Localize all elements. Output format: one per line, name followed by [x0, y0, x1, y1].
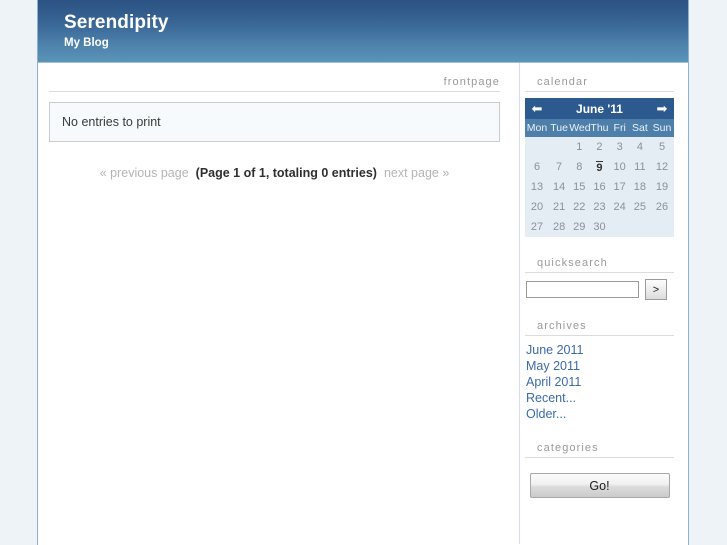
no-entries-message: No entries to print: [62, 115, 161, 129]
arrow-right-icon: ➡: [656, 101, 668, 116]
calendar-day-cell[interactable]: 5: [650, 137, 674, 157]
calendar-day-cell[interactable]: 15: [569, 177, 590, 197]
calendar-week-row: 13 14 15 16 17 18 19: [525, 177, 674, 197]
calendar-empty-cell: [650, 217, 674, 237]
calendar-dayheader: Tue: [549, 119, 570, 137]
calendar-dayheader: Thu: [589, 119, 610, 137]
calendar-week-row: 20 21 22 23 24 25 26: [525, 197, 674, 217]
calendar-label: calendar: [525, 76, 674, 92]
categories-plugin: categories Go!: [520, 442, 688, 498]
archives-list: June 2011 May 2011 April 2011 Recent... …: [525, 342, 674, 422]
content-section-label: frontpage: [49, 76, 500, 92]
calendar-day-cell[interactable]: 11: [629, 157, 650, 177]
calendar-day-cell[interactable]: 8: [569, 157, 590, 177]
calendar-dayheader: Mon: [525, 119, 549, 137]
calendar-day-cell[interactable]: 10: [609, 157, 630, 177]
calendar-day-cell[interactable]: 6: [525, 157, 549, 177]
calendar-dayheader: Sat: [629, 119, 650, 137]
calendar-plugin: calendar ⬅ June '11 ➡ Mon Tue Wed Thu Fr…: [520, 76, 688, 237]
calendar-day-cell[interactable]: 27: [525, 217, 549, 237]
calendar-title: June '11: [549, 98, 650, 119]
calendar-day-cell[interactable]: 25: [629, 197, 650, 217]
categories-label: categories: [525, 442, 674, 458]
page-counter: (Page 1 of 1, totaling 0 entries): [195, 166, 377, 180]
site-banner: Serendipity My Blog: [38, 0, 688, 63]
calendar-empty-cell: [549, 137, 570, 157]
layout-columns: frontpage No entries to print « previous…: [38, 63, 688, 544]
entry-placeholder-box: No entries to print: [49, 102, 500, 142]
main-content: frontpage No entries to print « previous…: [38, 63, 519, 544]
calendar-day-cell[interactable]: 16: [589, 177, 610, 197]
calendar-day-cell[interactable]: 22: [569, 197, 590, 217]
archive-link[interactable]: Recent...: [526, 390, 674, 406]
calendar-day-cell[interactable]: 13: [525, 177, 549, 197]
calendar-empty-cell: [609, 217, 630, 237]
calendar-week-row: 27 28 29 30: [525, 217, 674, 237]
calendar-day-cell[interactable]: 12: [650, 157, 674, 177]
search-input[interactable]: [526, 281, 639, 298]
calendar-day-cell[interactable]: 17: [609, 177, 630, 197]
calendar-dayheader: Sun: [650, 119, 674, 137]
calendar-day-cell[interactable]: 30: [589, 217, 610, 237]
arrow-left-icon: ⬅: [531, 101, 543, 116]
archives-label: archives: [525, 320, 674, 336]
calendar-day-cell[interactable]: 3: [609, 137, 630, 157]
search-submit-button[interactable]: >: [645, 279, 667, 300]
pagination: « previous page (Page 1 of 1, totaling 0 …: [49, 166, 500, 180]
quicksearch-row: >: [525, 279, 674, 300]
calendar-day-cell[interactable]: 1: [569, 137, 590, 157]
calendar-day-cell[interactable]: 29: [569, 217, 590, 237]
calendar-next-button[interactable]: ➡: [650, 98, 674, 119]
archives-plugin: archives June 2011 May 2011 April 2011 R…: [520, 320, 688, 422]
calendar-week-row: 12345: [525, 137, 674, 157]
calendar-day-cell[interactable]: 26: [650, 197, 674, 217]
calendar-day-cell[interactable]: 14: [549, 177, 570, 197]
next-page-link[interactable]: next page »: [384, 166, 449, 180]
calendar-day-cell[interactable]: 20: [525, 197, 549, 217]
calendar-day-cell[interactable]: 9: [589, 157, 610, 177]
calendar-dayheader: Fri: [609, 119, 630, 137]
quicksearch-plugin: quicksearch >: [520, 257, 688, 300]
calendar-day-cell[interactable]: 28: [549, 217, 570, 237]
calendar-day-cell[interactable]: 24: [609, 197, 630, 217]
calendar-table: ⬅ June '11 ➡ Mon Tue Wed Thu Fri Sat Sun…: [525, 98, 674, 237]
archive-link[interactable]: May 2011: [526, 358, 674, 374]
calendar-day-cell[interactable]: 18: [629, 177, 650, 197]
calendar-day-cell[interactable]: 2: [589, 137, 610, 157]
calendar-day-cell[interactable]: 23: [589, 197, 610, 217]
calendar-body: 1 2 3 4 5 6 7 8 9 10 11 12 13 14 15 16 17 18 19 20 21 22 23 24 2…: [525, 137, 674, 237]
calendar-empty-cell: [629, 217, 650, 237]
calendar-day-cell[interactable]: 19: [650, 177, 674, 197]
site-subtitle: My Blog: [64, 37, 109, 49]
calendar-nav-row: ⬅ June '11 ➡: [525, 98, 674, 119]
calendar-prev-button[interactable]: ⬅: [525, 98, 549, 119]
previous-page-link[interactable]: « previous page: [100, 166, 189, 180]
calendar-empty-cell: [525, 137, 549, 157]
archive-link[interactable]: Older...: [526, 406, 674, 422]
calendar-week-row: 6 7 8 9 10 11 12: [525, 157, 674, 177]
calendar-dayheader-row: Mon Tue Wed Thu Fri Sat Sun: [525, 119, 674, 137]
calendar-day-cell[interactable]: 7: [549, 157, 570, 177]
calendar-day-cell[interactable]: 21: [549, 197, 570, 217]
site-title: Serendipity: [64, 12, 169, 33]
calendar-dayheader: Wed: [569, 119, 591, 137]
sidebar: calendar ⬅ June '11 ➡ Mon Tue Wed Thu Fr…: [519, 63, 688, 544]
archive-link[interactable]: June 2011: [526, 342, 674, 358]
calendar-today-marker: 9: [596, 160, 603, 174]
categories-go-button[interactable]: Go!: [529, 473, 670, 498]
calendar-day-cell[interactable]: 4: [629, 137, 650, 157]
quicksearch-label: quicksearch: [525, 257, 674, 273]
archive-link[interactable]: April 2011: [526, 374, 674, 390]
page-container: Serendipity My Blog frontpage No entries…: [37, 0, 689, 545]
